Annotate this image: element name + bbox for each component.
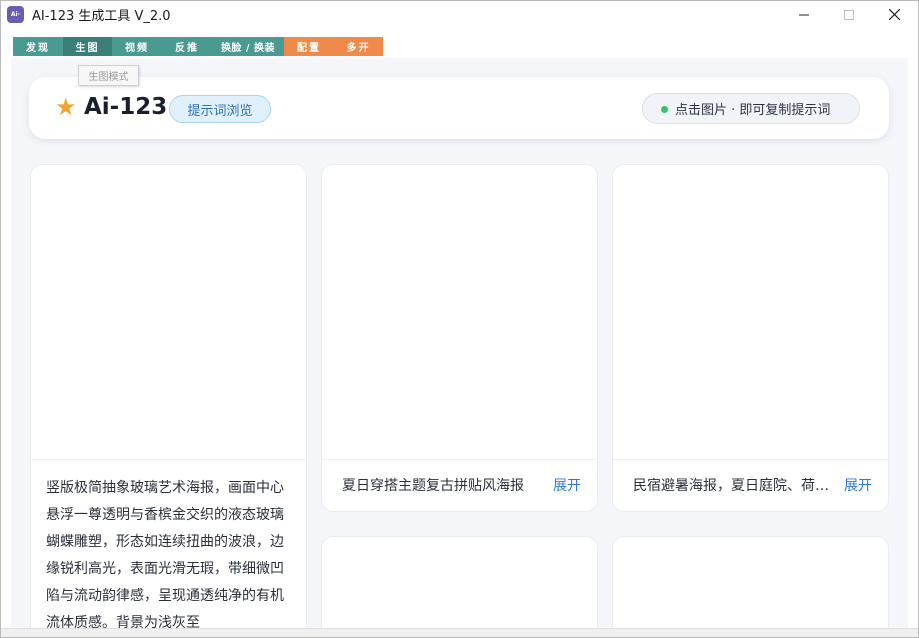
card-caption-row: 夏日穿搭主题复古拼贴风海报 展开 — [342, 475, 581, 495]
image-card[interactable]: 夏日穿搭主题复古拼贴风海报 展开 — [321, 164, 598, 512]
menu-discover[interactable]: 发现 — [13, 37, 63, 56]
close-icon — [888, 9, 900, 20]
brand-title: Ai-123 — [84, 94, 168, 120]
copy-hint-badge: 点击图片 · 即可复制提示词 — [642, 93, 860, 124]
expand-link[interactable]: 展开 — [844, 475, 872, 495]
prompt-browse-button[interactable]: 提示词浏览 — [169, 95, 271, 123]
image-card[interactable] — [321, 536, 598, 628]
scrollbar[interactable] — [908, 58, 918, 628]
window-title: AI-123 生成工具 V_2.0 — [32, 9, 171, 24]
star-icon: ★ — [55, 93, 77, 121]
maximize-button[interactable] — [826, 1, 872, 28]
menu-face-outfit-swap[interactable]: 换脸 / 换装 — [212, 37, 284, 56]
close-button[interactable] — [871, 1, 917, 28]
status-dot-icon — [661, 106, 668, 113]
main-content: ★ Ai-123 提示词浏览 点击图片 · 即可复制提示词 竖版极简抽象玻璃艺术… — [11, 58, 908, 628]
minimize-icon — [799, 14, 809, 15]
card-caption: 民宿避暑海报，夏日庭院、荷花池 — [633, 478, 835, 494]
image-card[interactable]: 竖版极简抽象玻璃艺术海报，画面中心悬浮一尊透明与香槟金交织的液态玻璃蝴蝶雕塑，形… — [30, 164, 307, 628]
tooltip: 生图模式 — [78, 65, 139, 86]
menu-settings[interactable]: 配置 — [284, 37, 334, 56]
header-card: ★ Ai-123 提示词浏览 点击图片 · 即可复制提示词 — [29, 77, 889, 139]
card-image[interactable] — [322, 165, 597, 460]
menu-video[interactable]: 视频 — [112, 37, 162, 56]
horizontal-scrollbar[interactable] — [1, 628, 918, 637]
menu-generate-image[interactable]: 生图 — [63, 37, 112, 56]
app-window: Ai-123 AI-123 生成工具 V_2.0 发现 生图 视频 反推 换脸 … — [0, 0, 919, 638]
menu-multi-instance[interactable]: 多开 — [334, 37, 383, 56]
copy-hint-text: 点击图片 · 即可复制提示词 — [675, 103, 831, 118]
maximize-icon — [844, 9, 854, 20]
card-caption: 竖版极简抽象玻璃艺术海报，画面中心悬浮一尊透明与香槟金交织的液态玻璃蝴蝶雕塑，形… — [46, 480, 284, 628]
menu-reverse-prompt[interactable]: 反推 — [162, 37, 212, 56]
minimize-button[interactable] — [781, 1, 827, 28]
card-caption: 夏日穿搭主题复古拼贴风海报 — [342, 478, 524, 494]
card-image[interactable] — [31, 165, 306, 460]
card-image[interactable] — [613, 165, 888, 460]
title-bar[interactable]: Ai-123 AI-123 生成工具 V_2.0 — [1, 1, 918, 35]
card-caption-row: 民宿避暑海报，夏日庭院、荷花池 展开 — [633, 475, 872, 495]
image-card[interactable]: 民宿避暑海报，夏日庭院、荷花池 展开 — [612, 164, 889, 512]
main-menu: 发现 生图 视频 反推 换脸 / 换装 配置 多开 — [13, 37, 383, 56]
image-card[interactable] — [612, 536, 889, 628]
expand-link[interactable]: 展开 — [553, 475, 581, 495]
app-icon: Ai-123 — [7, 6, 24, 35]
